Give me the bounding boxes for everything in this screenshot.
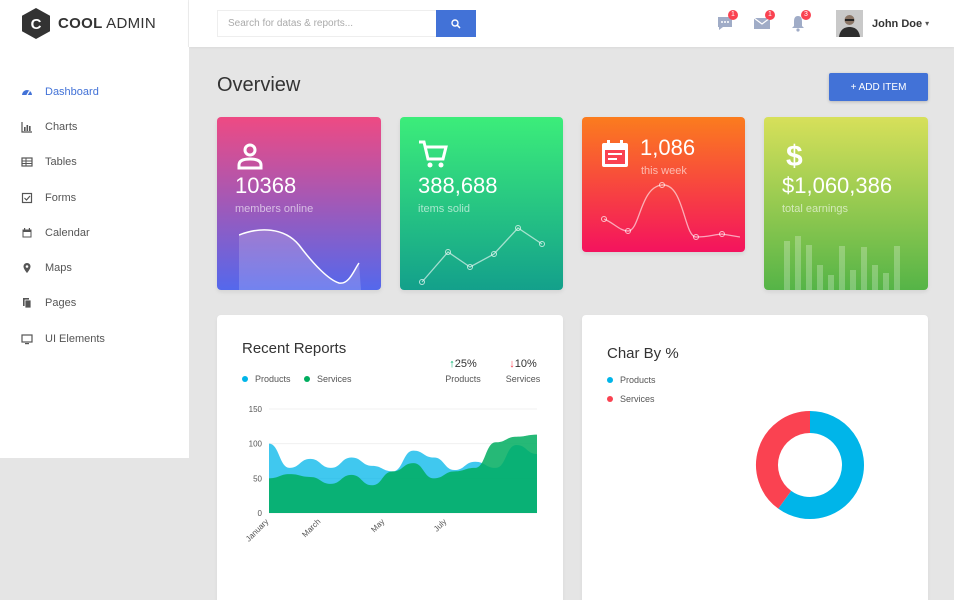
sidebar-item-charts[interactable]: Charts [0,109,189,144]
search-input[interactable] [217,10,436,37]
legend-services: Services [607,394,655,404]
dollar-icon: $ [782,139,812,169]
sidebar-item-label: Charts [45,120,78,133]
bar-chart-icon [21,121,33,133]
mail-badge: 1 [765,10,775,20]
calendar-icon [600,139,630,169]
map-marker-icon [21,262,33,274]
y-tick-label: 0 [258,509,263,518]
stat-label: total earnings [782,203,849,215]
logo-hexagon-icon: C [22,8,50,39]
bell-notification-button[interactable]: 3 [789,10,811,32]
chevron-down-icon: ▾ [925,19,930,28]
week-sparkline [601,182,740,240]
items-sparkline [419,225,545,285]
earnings-bar-sparkline [784,236,900,290]
search-icon [451,18,461,29]
x-tick-label: March [300,517,322,539]
search-bar [217,10,476,37]
page-title: Overview [217,74,301,96]
dashboard-icon [21,86,33,98]
char-by-panel: Char By % Products Services [582,315,928,600]
user-icon [235,141,265,171]
svg-text:$: $ [786,140,803,169]
sidebar: Dashboard Charts Tables Forms Calendar M… [0,47,189,458]
chat-notification-button[interactable]: 1 [716,10,738,32]
x-tick-label: July [432,517,448,533]
sidebar-item-label: Dashboard [45,85,99,98]
recent-reports-panel: Recent Reports Products Services ↑25% Pr… [217,315,563,600]
logo-text: COOL ADMIN [58,15,157,32]
calendar-icon [21,227,33,239]
sidebar-item-pages[interactable]: Pages [0,286,189,321]
sidebar-item-maps[interactable]: Maps [0,250,189,285]
add-item-button[interactable]: + ADD ITEM [829,73,928,101]
mail-notification-button[interactable]: 1 [753,10,775,32]
y-tick-label: 50 [253,474,262,483]
panel-title: Recent Reports [242,340,347,357]
sidebar-item-dashboard[interactable]: Dashboard [0,74,189,109]
char-by-donut-chart [756,411,864,519]
bell-badge: 3 [801,10,811,20]
stat-label: members online [235,203,314,215]
donut-slice-services [756,411,811,509]
svg-text:C: C [31,16,42,33]
stat-value: 10368 [235,173,297,198]
chat-badge: 1 [728,10,738,20]
members-sparkline [239,229,361,290]
stat-label: this week [641,165,687,177]
pages-icon [21,297,33,309]
sidebar-item-label: Tables [45,156,77,169]
y-tick-label: 100 [249,440,263,449]
sidebar-item-label: Forms [45,191,77,204]
y-tick-label: 150 [249,405,263,414]
search-button[interactable] [436,10,476,37]
sidebar-item-label: Pages [45,297,77,310]
sidebar-item-tables[interactable]: Tables [0,145,189,180]
stat-label: items solid [418,203,470,215]
stat-card-items: 388,688 items solid [400,117,563,290]
top-header: 1 1 3 John Doe ▾ [189,0,954,47]
recent-reports-area-chart: 150 100 50 0January March May July [244,405,537,544]
products-change-stat: ↑25% Products [445,358,481,384]
stat-card-week: 1,086 this week [582,117,745,252]
cart-icon [418,139,448,169]
sidebar-item-label: Maps [45,262,72,275]
desktop-icon [21,333,33,345]
avatar [836,10,863,37]
legend-services: Services [304,374,352,384]
stat-card-members: 10368 members online [217,117,381,290]
sidebar-item-ui-elements[interactable]: UI Elements [0,321,189,356]
stat-value: 388,688 [418,173,498,198]
checkbox-icon [21,192,33,204]
sidebar-item-label: UI Elements [45,332,105,345]
legend-products: Products [607,375,656,385]
stat-card-earnings: $ $1,060,386 total earnings [764,117,928,290]
x-tick-label: May [369,517,386,534]
sidebar-item-forms[interactable]: Forms [0,180,189,215]
user-menu[interactable]: John Doe ▾ [836,10,929,37]
logo[interactable]: C COOL ADMIN [0,0,189,47]
legend-products: Products [242,374,291,384]
services-change-stat: ↓10% Services [505,358,541,384]
sidebar-item-calendar[interactable]: Calendar [0,215,189,250]
x-tick-label: January [244,517,270,543]
sidebar-item-label: Calendar [45,226,90,239]
stat-value: 1,086 [640,135,696,160]
stat-value: $1,060,386 [782,173,893,198]
panel-title: Char By % [607,345,679,362]
user-name: John Doe [872,17,923,30]
table-icon [21,156,33,168]
